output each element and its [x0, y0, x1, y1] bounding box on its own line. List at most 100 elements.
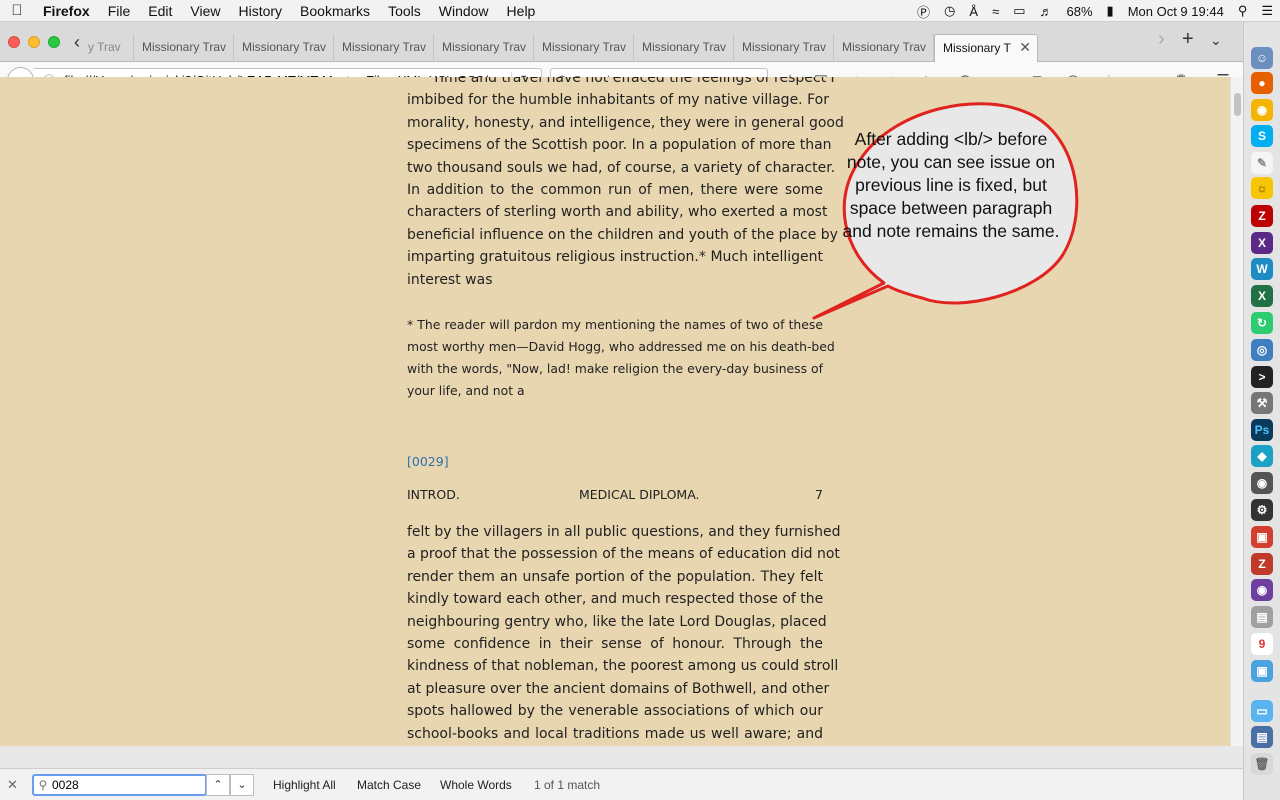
network-icon[interactable]: ◎ [1251, 339, 1273, 361]
text-line: morality, honesty, and intelligence, the… [407, 114, 844, 131]
finder-icon[interactable]: ☺ [1251, 47, 1273, 69]
menu-file[interactable]: File [99, 3, 140, 19]
close-tab-icon[interactable]: ✕ [1019, 39, 1031, 56]
text-line: In addition to the common run of men, th… [407, 181, 823, 198]
close-find-bar-icon[interactable]: ✕ [7, 777, 18, 793]
menu-view[interactable]: View [181, 3, 229, 19]
terminal-icon[interactable]: > [1251, 366, 1273, 388]
tab[interactable]: y Trav [88, 34, 134, 62]
match-case-toggle[interactable]: Match Case [357, 778, 421, 792]
apple-icon[interactable]:  [0, 2, 34, 19]
sync-icon[interactable]: ↻ [1251, 312, 1273, 334]
tab[interactable]: Missionary Trav [534, 34, 634, 62]
text-line: imbibed for the humble inhabitants of my… [407, 92, 829, 109]
clock[interactable]: Mon Oct 9 19:44 [1121, 4, 1231, 19]
wifi-icon[interactable]: ≈ [985, 4, 1006, 19]
tab[interactable]: Missionary Trav [134, 34, 234, 62]
time-machine-icon[interactable]: ◷ [937, 3, 962, 19]
list-all-tabs-icon[interactable]: ⌄ [1210, 32, 1222, 49]
sourcetree-icon[interactable]: ◆ [1251, 445, 1273, 467]
tab-active[interactable]: Missionary T ✕ [934, 34, 1038, 63]
acrobat-icon[interactable]: ▣ [1251, 526, 1273, 548]
word-icon[interactable]: W [1251, 258, 1273, 280]
battery-percentage[interactable]: 68% [1060, 4, 1100, 19]
bluetooth-icon[interactable]: Å [962, 4, 985, 19]
footnote-line: with the words, "Now, lad! make religion… [407, 361, 823, 376]
menu-history[interactable]: History [229, 3, 291, 19]
text-line: Time and travel have not effaced the fee… [432, 77, 835, 86]
notification-center-icon[interactable]: ☰ [1254, 3, 1280, 19]
gimp-icon[interactable]: ◉ [1251, 472, 1273, 494]
callout-text: After adding <lb/> before note, you can … [842, 129, 1060, 241]
footnote-line: * The reader will pardon my mentioning t… [407, 317, 823, 332]
airplay-icon[interactable]: ▭ [1006, 3, 1032, 19]
find-field[interactable]: ⚲ [32, 774, 207, 796]
trash-icon[interactable]: 🗑 [1251, 753, 1273, 775]
highlight-all-toggle[interactable]: Highlight All [273, 778, 336, 792]
footnote: * The reader will pardon my mentioning t… [407, 314, 835, 402]
tool-icon[interactable]: ⚒ [1251, 392, 1273, 414]
whole-words-toggle[interactable]: Whole Words [440, 778, 512, 792]
text-line: kindly toward each other, and much respe… [407, 591, 824, 608]
skype-status-icon[interactable]: Ⓟ [910, 2, 937, 21]
tab-list: y Trav Missionary Trav Missionary Trav M… [88, 34, 1138, 63]
new-tab-icon[interactable]: + [1182, 28, 1194, 51]
search-icon: ⚲ [38, 778, 48, 792]
firefox-icon[interactable]: ● [1251, 72, 1273, 94]
menu-help[interactable]: Help [498, 3, 545, 19]
text-line: spots hallowed by the venerable associat… [407, 703, 823, 720]
running-head-left: INTROD. [407, 487, 460, 502]
find-input[interactable] [52, 778, 202, 792]
preview-icon[interactable]: ▣ [1251, 660, 1273, 682]
system-prefs-icon[interactable]: ⚙ [1251, 499, 1273, 521]
menu-app-firefox[interactable]: Firefox [34, 3, 99, 19]
tab[interactable]: Missionary Trav [734, 34, 834, 62]
text-line: neighbouring gentry who, like the late L… [407, 613, 827, 630]
scroll-tabs-left-icon[interactable]: ‹ [74, 32, 80, 53]
page-number-link[interactable]: [0029] [407, 454, 449, 469]
find-bar: ✕ ⚲ ⌃ ⌄ Highlight All Match Case Whole W… [0, 768, 1243, 800]
filezilla-icon[interactable]: Z [1251, 205, 1273, 227]
zotero-icon[interactable]: Z [1251, 553, 1273, 575]
close-window-button[interactable] [8, 36, 20, 48]
find-previous-button[interactable]: ⌃ [206, 774, 230, 796]
spotlight-icon[interactable]: ⚲ [1231, 3, 1255, 19]
chrome-icon[interactable]: ◉ [1251, 99, 1273, 121]
footnote-line: most worthy men—David Hogg, who addresse… [407, 339, 835, 354]
text-line: specimens of the Scottish poor. In a pop… [407, 137, 832, 154]
vertical-scrollbar[interactable] [1230, 77, 1243, 746]
applications-icon[interactable]: ▤ [1251, 726, 1273, 748]
calendar-icon[interactable]: 9 [1251, 633, 1273, 655]
battery-icon[interactable]: ▮ [1100, 3, 1121, 19]
notes-icon[interactable]: ▤ [1251, 606, 1273, 628]
xmind-icon[interactable]: X [1251, 232, 1273, 254]
webstorm-icon[interactable]: ☼ [1251, 177, 1273, 199]
text-line: a proof that the possession of the means… [407, 546, 840, 563]
github-icon[interactable]: ◉ [1251, 579, 1273, 601]
skype-icon[interactable]: S [1251, 125, 1273, 147]
tab[interactable]: Missionary Trav [334, 34, 434, 62]
tab[interactable]: Missionary Trav [434, 34, 534, 62]
text-line: at pleasure over the ancient domains of … [407, 680, 830, 697]
dock: ☺ ● ◉ S ✎ ☼ Z X W X ↻ ◎ > ⚒ Ps ◆ ◉ ⚙ ▣ Z… [1243, 22, 1280, 800]
tab-active-label: Missionary T [943, 41, 1011, 55]
excel-icon[interactable]: X [1251, 285, 1273, 307]
minimize-window-button[interactable] [28, 36, 40, 48]
scrollbar-thumb[interactable] [1234, 93, 1241, 116]
menu-edit[interactable]: Edit [139, 3, 181, 19]
folder-icon[interactable]: ▭ [1251, 700, 1273, 722]
footnote-line: your life, and not a [407, 383, 525, 398]
text-line: characters of sterling worth and ability… [407, 204, 828, 221]
tab[interactable]: Missionary Trav [234, 34, 334, 62]
menu-bookmarks[interactable]: Bookmarks [291, 3, 379, 19]
menu-tools[interactable]: Tools [379, 3, 430, 19]
menu-window[interactable]: Window [430, 3, 498, 19]
photoshop-icon[interactable]: Ps [1251, 419, 1273, 441]
tab[interactable]: Missionary Trav [834, 34, 934, 62]
textedit-icon[interactable]: ✎ [1251, 152, 1273, 174]
volume-icon[interactable]: ♬ [1033, 4, 1060, 19]
tab[interactable]: Missionary Trav [634, 34, 734, 62]
scroll-tabs-right-icon[interactable]: › [1158, 28, 1165, 51]
zoom-window-button[interactable] [48, 36, 60, 48]
find-next-button[interactable]: ⌄ [230, 774, 254, 796]
